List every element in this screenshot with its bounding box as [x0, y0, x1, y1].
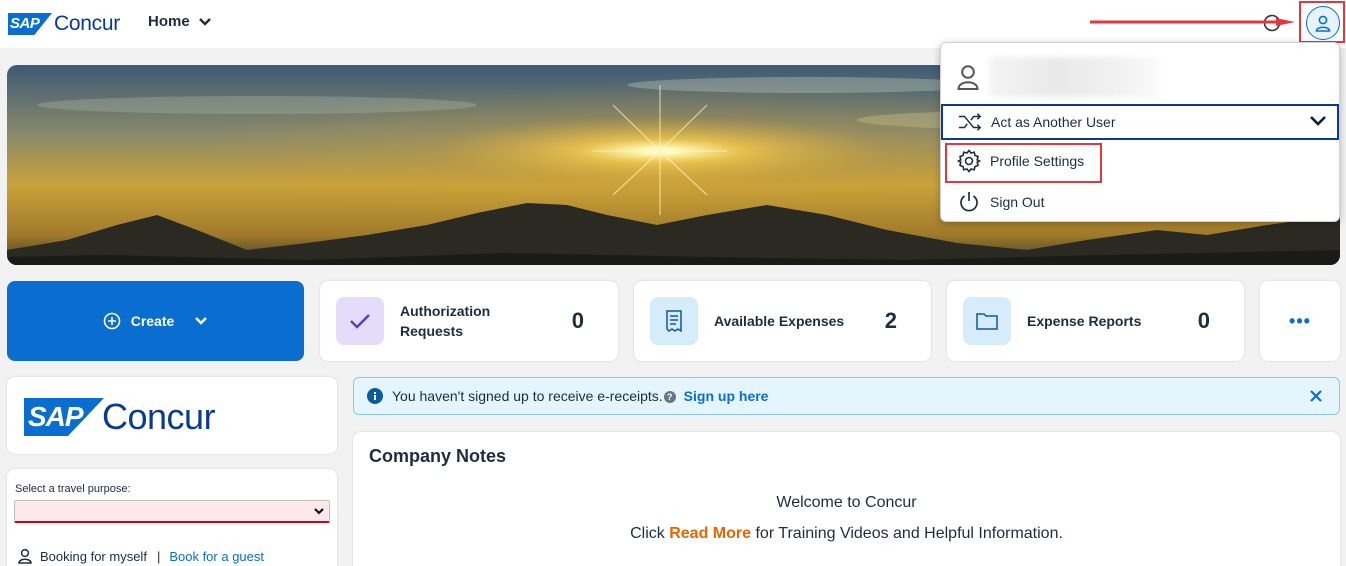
more-options-button[interactable]: •••: [1260, 281, 1340, 361]
concur-logo[interactable]: SAP Concur: [8, 12, 120, 36]
sap-badge: SAP: [24, 398, 104, 436]
separator: |: [156, 548, 161, 564]
sign-out-menu-item[interactable]: Sign Out: [942, 184, 1339, 220]
company-notes-title: Company Notes: [369, 446, 507, 466]
user-icon: [1315, 15, 1331, 32]
plus-circle-icon: [103, 312, 121, 330]
home-nav-menu[interactable]: Home: [148, 13, 212, 30]
user-menu-dropdown: Act as Another User Profile Settings Sig…: [940, 42, 1340, 222]
travel-booking-card: Select a travel purpose: Booking for mys…: [7, 469, 337, 566]
home-nav-label: Home: [148, 13, 190, 30]
expense-reports-count: 0: [1197, 308, 1210, 333]
training-info-text: Click Read More for Training Videos and …: [353, 525, 1340, 543]
profile-settings-menu-item[interactable]: Profile Settings: [942, 143, 1339, 179]
profile-settings-label: Profile Settings: [990, 153, 1085, 169]
expense-reports-label: Expense Reports: [1027, 313, 1142, 329]
help-icon[interactable]: ?: [663, 391, 676, 403]
user-icon: [18, 548, 32, 564]
chevron-down-icon: [195, 317, 208, 325]
book-for-guest-link[interactable]: Book for a guest: [169, 549, 264, 564]
annotation-arrow: [1090, 18, 1295, 26]
company-notes-card: Company Notes Welcome to Concur Click Re…: [353, 432, 1340, 566]
travel-purpose-label: Select a travel purpose:: [15, 483, 131, 495]
create-label: Create: [130, 313, 175, 329]
concur-wordmark: Concur: [102, 396, 216, 437]
booking-options: Booking for myself | Book for a guest: [18, 548, 264, 564]
close-icon[interactable]: [1309, 389, 1323, 403]
user-profile-button[interactable]: [1306, 6, 1340, 40]
act-as-another-user-label: Act as Another User: [991, 114, 1116, 130]
sap-concur-logo: SAP Concur: [24, 396, 216, 438]
training-suffix: for Training Videos and Helpful Informat…: [755, 525, 1063, 542]
welcome-text: Welcome to Concur: [776, 494, 917, 511]
sign-up-link[interactable]: Sign up here: [684, 388, 769, 404]
sap-text: SAP: [28, 401, 84, 432]
authorization-requests-label: Authorization Requests: [400, 303, 491, 339]
ereceipts-message: You haven't signed up to receive e-recei…: [392, 388, 676, 404]
available-expenses-label: Available Expenses: [714, 313, 845, 329]
gear-icon: [957, 149, 981, 173]
expense-reports-card[interactable]: Expense Reports 0: [947, 281, 1244, 361]
sap-badge: SAP: [8, 13, 52, 35]
booking-for-myself[interactable]: Booking for myself: [40, 549, 147, 564]
menu-user-header: [957, 57, 1159, 97]
folder-icon: [963, 297, 1011, 345]
available-expenses-card[interactable]: Available Expenses 2: [634, 281, 931, 361]
training-prefix: Click: [630, 525, 665, 542]
available-expenses-count: 2: [884, 308, 897, 333]
top-bar: SAP Concur Home: [0, 0, 1346, 48]
ereceipts-info-bar: You haven't signed up to receive e-recei…: [353, 377, 1340, 415]
ereceipts-message-text: You haven't signed up to receive e-recei…: [392, 388, 663, 404]
user-icon: [957, 65, 979, 90]
sap-text: SAP: [10, 15, 40, 32]
authorization-requests-count: 0: [571, 308, 584, 333]
brand-card: SAP Concur: [7, 377, 337, 454]
chevron-down-icon: [314, 508, 324, 515]
read-more-link[interactable]: Read More: [669, 525, 751, 542]
chevron-down-icon: [1310, 116, 1326, 126]
user-button-highlight: [1299, 1, 1345, 43]
concur-wordmark: Concur: [54, 12, 120, 35]
info-icon: [367, 388, 383, 404]
power-icon: [957, 190, 981, 214]
shuffle-icon: [958, 110, 982, 134]
act-as-another-user-menu-item[interactable]: Act as Another User: [941, 104, 1339, 140]
receipt-icon: [650, 297, 698, 345]
sign-out-label: Sign Out: [990, 194, 1045, 210]
redacted-user-name: [989, 57, 1159, 97]
travel-purpose-select[interactable]: [14, 500, 330, 523]
create-button[interactable]: Create: [7, 281, 304, 361]
checkmark-icon: [336, 297, 384, 345]
authorization-requests-card[interactable]: Authorization Requests 0: [320, 281, 618, 361]
more-icon: •••: [1289, 310, 1311, 331]
chevron-down-icon: [198, 17, 211, 26]
